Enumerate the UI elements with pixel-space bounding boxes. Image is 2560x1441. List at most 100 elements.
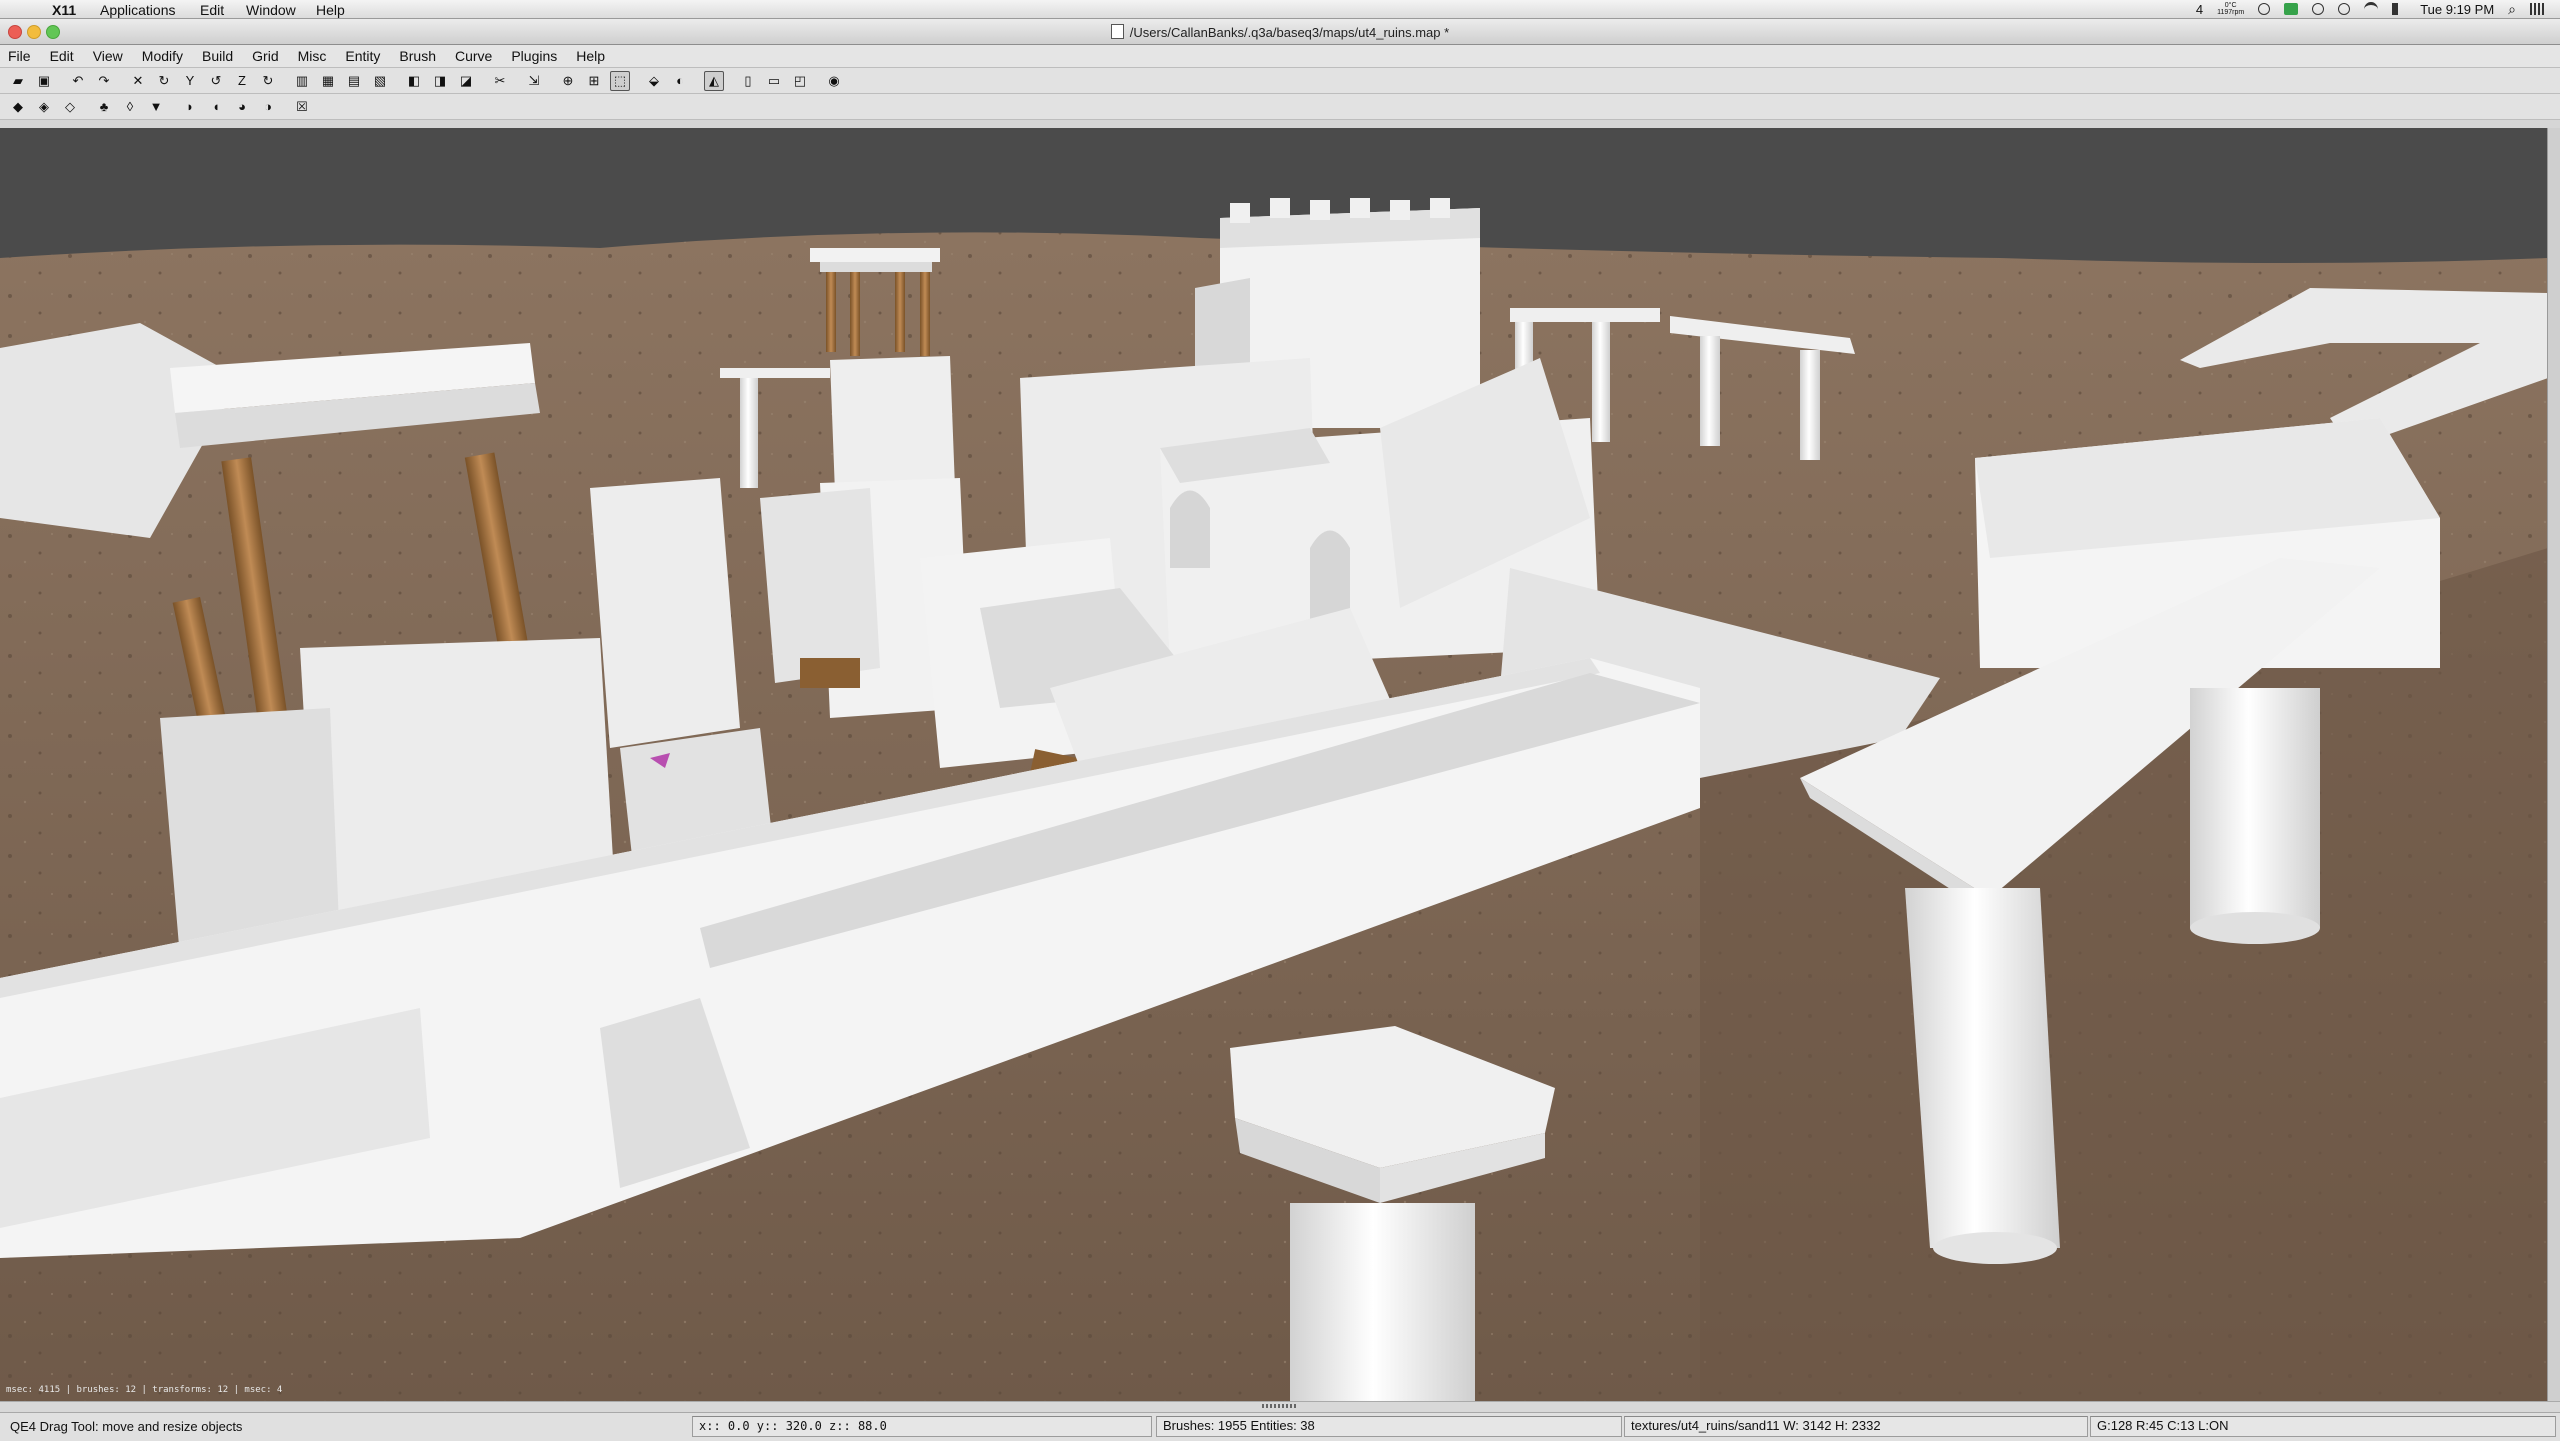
status-green-icon[interactable]	[2284, 3, 2299, 15]
app-menubar: File Edit View Modify Build Grid Misc En…	[0, 45, 2560, 68]
menu-app-name[interactable]: X11	[52, 2, 76, 18]
entity-view-button[interactable]: ◐	[670, 71, 690, 91]
bluetooth-icon[interactable]	[2338, 3, 2351, 15]
menu-help[interactable]: Help	[576, 48, 605, 64]
menu-plugins[interactable]: Plugins	[511, 48, 557, 64]
undo-button[interactable]: ↶	[68, 71, 88, 91]
plugin-close-icon: ☒	[296, 98, 308, 114]
indicator-count[interactable]: 4	[2196, 2, 2203, 17]
entity-view-icon: ◐	[676, 73, 684, 88]
plugin-brush-button[interactable]: ◈	[34, 97, 54, 117]
save-button[interactable]: ▣	[34, 71, 54, 91]
viewport-side-handle[interactable]	[2547, 128, 2560, 1401]
rotate-y-icon: ↺	[210, 72, 222, 88]
camera-move-button[interactable]: ⬚	[610, 70, 630, 91]
texture-view-button[interactable]: ⊕	[558, 71, 578, 91]
menu-file[interactable]: File	[8, 48, 31, 64]
status-tool: QE4 Drag Tool: move and resize objects	[10, 1419, 243, 1434]
camera-viewport[interactable]: msec: 4115 | brushes: 12 | transforms: 1…	[0, 128, 2548, 1401]
camera-rotate-button[interactable]: ⬙	[644, 71, 664, 91]
pane-splitter[interactable]	[0, 1401, 2560, 1412]
menu-entity[interactable]: Entity	[345, 48, 380, 64]
menu-curve[interactable]: Curve	[455, 48, 492, 64]
plugin-bracket-button[interactable]: ◑	[258, 97, 278, 117]
clipper-icon: ✂	[494, 72, 506, 88]
wifi-icon[interactable]	[2364, 1, 2379, 17]
open-folder-icon: ▰	[13, 72, 23, 88]
plugin-prtview-button[interactable]: ◇	[60, 97, 80, 117]
menu-applications[interactable]: Applications	[100, 2, 176, 18]
rotate-z-button[interactable]: ↻	[258, 71, 278, 91]
patch-refresh-button[interactable]: ◉	[824, 71, 844, 91]
plugin-down-arrow-icon: ▼	[149, 99, 163, 114]
flip-y-button[interactable]: Y	[180, 71, 200, 91]
select-inside-button[interactable]: ▧	[370, 71, 390, 91]
flip-x-button[interactable]: ✕	[128, 71, 148, 91]
menu-misc[interactable]: Misc	[298, 48, 327, 64]
csg-merge-button[interactable]: ◨	[430, 71, 450, 91]
notification-center-icon[interactable]	[2530, 3, 2546, 15]
select-touching-icon: ▦	[321, 72, 335, 88]
rotate-x-button[interactable]: ↻	[154, 71, 174, 91]
drag-tool-button[interactable]: ◭	[704, 70, 724, 91]
menu-brush[interactable]: Brush	[399, 48, 436, 64]
clock[interactable]: Tue 9:19 PM	[2420, 2, 2494, 17]
select-touching-button[interactable]: ▦	[318, 71, 338, 91]
spotlight-icon[interactable]: ⌕	[2508, 1, 2516, 18]
patch-refresh-icon: ◉	[828, 72, 840, 88]
drag-tool-icon: ◭	[709, 72, 719, 88]
macos-menubar: X11 Applications Edit Window Help 4 0°C 1…	[0, 0, 2560, 19]
menu-edit[interactable]: Edit	[200, 2, 224, 18]
plugin-bracket-icon: ◑	[264, 99, 272, 114]
camera-move-icon: ⬚	[613, 72, 627, 88]
rotate-y-button[interactable]: ↺	[206, 71, 226, 91]
flip-z-button[interactable]: Z	[232, 71, 252, 91]
open-folder-button[interactable]: ▰	[8, 71, 28, 91]
plugin-toolbar: ◆ ◈ ◇ ♣ ◊ ▼ ◗ ◖ ◕ ◑ ☒	[0, 94, 2560, 120]
redo-button[interactable]: ↷	[94, 71, 114, 91]
select-partial-tall-button[interactable]: ▤	[344, 71, 364, 91]
patch-bend-button[interactable]: ◰	[790, 71, 810, 91]
scene-render	[0, 128, 2548, 1401]
splitter-grip-icon[interactable]	[1262, 1404, 1296, 1408]
menu-help[interactable]: Help	[316, 2, 345, 18]
change-views-button[interactable]: ⇲	[524, 71, 544, 91]
status-brush-count: Brushes: 1955 Entities: 38	[1156, 1416, 1622, 1437]
menu-view[interactable]: View	[93, 48, 123, 64]
plugin-ufo-icon: ◊	[126, 99, 134, 114]
plugin-down-arrow-button[interactable]: ▼	[146, 97, 166, 117]
csg-hollow-button[interactable]: ◪	[456, 71, 476, 91]
menu-edit[interactable]: Edit	[50, 48, 74, 64]
rotate-x-icon: ↻	[158, 72, 170, 88]
plugin-ufo-button[interactable]: ◊	[120, 97, 140, 117]
plugin-close-button[interactable]: ☒	[292, 97, 312, 117]
plugin-prtview-icon: ◇	[65, 98, 75, 114]
temperature-readout[interactable]: 0°C 1197rpm	[2217, 2, 2244, 16]
menu-modify[interactable]: Modify	[142, 48, 183, 64]
select-complete-tall-button[interactable]: ▥	[292, 71, 312, 91]
patch-bend-icon: ◰	[793, 72, 807, 88]
viewport-stats: msec: 4115 | brushes: 12 | transforms: 1…	[6, 1385, 283, 1395]
volume-icon[interactable]	[2392, 3, 2406, 15]
menu-build[interactable]: Build	[202, 48, 233, 64]
cubic-clip-button[interactable]: ⊞	[584, 71, 604, 91]
texture-view-icon: ⊕	[562, 72, 574, 88]
plugin-bobtoolz-icon: ◆	[13, 98, 23, 114]
time-machine-icon[interactable]	[2312, 3, 2325, 15]
plugin-cat3-button[interactable]: ◕	[232, 97, 252, 117]
csg-subtract-button[interactable]: ◧	[404, 71, 424, 91]
plugin-tree-button[interactable]: ♣	[94, 97, 114, 117]
patch-inspector-button[interactable]: ▭	[764, 71, 784, 91]
scale-tool-button[interactable]: ▯	[738, 71, 758, 91]
csg-subtract-icon: ◧	[407, 72, 421, 88]
clipper-button[interactable]: ✂	[490, 71, 510, 91]
plugin-bobtoolz-button[interactable]: ◆	[8, 97, 28, 117]
flip-y-icon: Y	[185, 73, 195, 88]
window-titlebar[interactable]: /Users/CallanBanks/.q3a/baseq3/maps/ut4_…	[0, 19, 2560, 45]
sync-icon[interactable]	[2258, 3, 2271, 15]
menu-grid[interactable]: Grid	[252, 48, 278, 64]
menu-window[interactable]: Window	[246, 2, 296, 18]
plugin-cat-button[interactable]: ◗	[180, 97, 200, 117]
status-grid: G:128 R:45 C:13 L:ON	[2090, 1416, 2556, 1437]
plugin-cat2-button[interactable]: ◖	[206, 97, 226, 117]
